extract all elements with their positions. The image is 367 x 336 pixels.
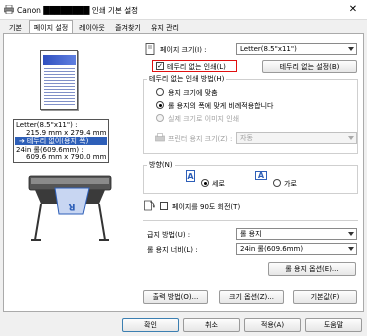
actual-size-radio[interactable]: [156, 114, 164, 122]
output-method-button[interactable]: 출력 방법(O)...: [143, 290, 208, 304]
fit-paper-radio[interactable]: [156, 88, 164, 96]
close-button[interactable]: ✕: [340, 1, 366, 18]
window-title: Canon ████████ 인쇄 기본 설정: [17, 6, 139, 15]
page-size-icon: [145, 43, 155, 55]
landscape-icon: A: [255, 171, 267, 180]
portrait-radio[interactable]: [201, 179, 209, 187]
title-bar: Canon ████████ 인쇄 기본 설정 ✕: [0, 0, 367, 20]
preview-paper: [40, 50, 78, 110]
borderless-band: ➔ 테두리 없이(용지 폭): [15, 137, 107, 145]
arrow-icon: ➔: [19, 137, 25, 145]
borderless-label: 테두리 없는 인쇄(L): [167, 63, 226, 71]
cancel-button[interactable]: 취소: [183, 318, 240, 332]
page-size-label: 페이지 크기(I) :: [160, 46, 207, 54]
close-icon: ✕: [348, 4, 358, 15]
paper-source-label: 급지 방법(U) :: [147, 231, 191, 239]
fit-roll-width-radio[interactable]: [156, 101, 164, 109]
chevron-down-icon: [348, 232, 354, 236]
paper-source-select[interactable]: 롤 용지: [236, 228, 357, 240]
orientation-title: 방향(N): [147, 160, 175, 170]
preview-info: Letter(8.5"x11") : 215.9 mm x 279.4 mm ➔…: [13, 119, 109, 163]
rotate-icon: [144, 200, 155, 211]
media-label: Letter(8.5"x11") :: [16, 121, 78, 129]
help-button[interactable]: 도움말: [305, 318, 362, 332]
actual-size-label: 실제 크기로 이미지 인쇄: [168, 115, 240, 123]
roll-width-select[interactable]: 24in 롤(609.6mm): [236, 243, 357, 255]
apply-button[interactable]: 적용(A): [244, 318, 301, 332]
printer-paper-size-select[interactable]: 자동: [236, 132, 357, 144]
printer-illustration: R: [25, 170, 115, 242]
chevron-down-icon: [348, 247, 354, 251]
borderless-checkbox[interactable]: ✓: [156, 62, 164, 70]
chevron-down-icon: [348, 47, 354, 51]
defaults-button[interactable]: 기본값(F): [293, 290, 357, 304]
borderless-method-title: 테두리 없는 인쇄 방법(H): [147, 74, 227, 84]
printer-paper-size-label: 프린터 용지 크기(Z) :: [168, 135, 233, 143]
page-size-select[interactable]: Letter(8.5"x11"): [236, 43, 357, 55]
fit-paper-label: 용지 크기에 맞춤: [168, 89, 218, 97]
size-options-button[interactable]: 크기 옵션(Z)...: [219, 290, 284, 304]
rotate-90-checkbox[interactable]: [160, 202, 168, 210]
roll-size: 609.6 mm x 790.0 mm: [26, 153, 107, 161]
roll-options-button[interactable]: 롤 용지 옵션(E)...: [268, 262, 356, 276]
landscape-radio[interactable]: [273, 179, 281, 187]
borderless-settings-button[interactable]: 테두리 없는 설정(B): [262, 60, 357, 73]
landscape-label: 가로: [284, 180, 297, 188]
preview-text-lines: [44, 68, 75, 106]
divider: [143, 220, 358, 221]
preview-image: [43, 55, 76, 65]
portrait-icon: A: [186, 170, 195, 182]
rotate-90-label: 페이지를 90도 회전(T): [172, 203, 241, 211]
roll-width-label: 롤 용지 너비(L) :: [147, 246, 198, 254]
orientation-group: [143, 165, 358, 194]
chevron-down-icon: [348, 136, 354, 140]
ok-button[interactable]: 확인: [122, 318, 179, 332]
printer-paper-icon: [155, 133, 165, 143]
tab-page-setup[interactable]: 페이지 설정: [29, 20, 73, 34]
fit-roll-width-label: 롤 용지의 폭에 맞게 비례적용합니다: [168, 102, 274, 110]
portrait-label: 세로: [212, 180, 225, 188]
printer-app-icon: [4, 4, 14, 15]
printer-sheet-letter: R: [68, 201, 75, 211]
